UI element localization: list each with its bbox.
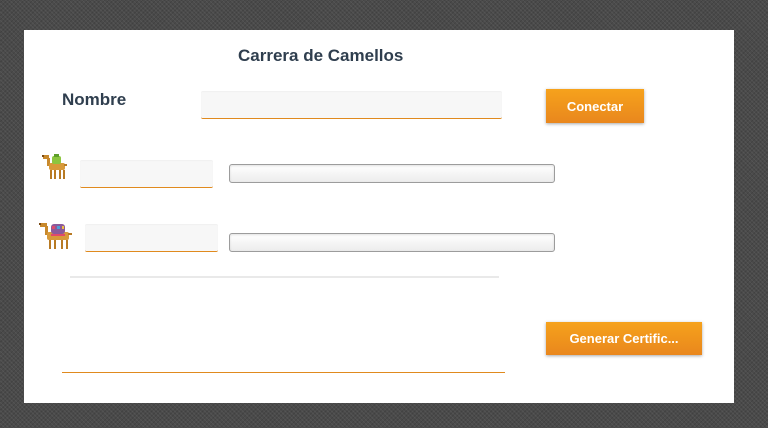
separator	[70, 276, 499, 278]
camel-green-icon	[42, 154, 67, 179]
racer-2-progress-bar	[229, 233, 555, 252]
connect-button[interactable]: Conectar	[546, 89, 644, 123]
name-label: Nombre	[62, 90, 127, 109]
certificate-textarea[interactable]	[62, 302, 505, 373]
generate-certificate-button[interactable]: Generar Certific...	[546, 322, 702, 355]
name-input[interactable]	[201, 91, 502, 119]
camel-decorated-icon	[39, 223, 72, 249]
page-title: Carrera de Camellos	[238, 46, 404, 65]
main-panel: Carrera de Camellos Nombre Conectar Gene…	[24, 30, 734, 403]
racer-1-name-input[interactable]	[80, 160, 213, 188]
racer-1-progress-bar	[229, 164, 555, 183]
racer-2-name-input[interactable]	[85, 224, 218, 252]
